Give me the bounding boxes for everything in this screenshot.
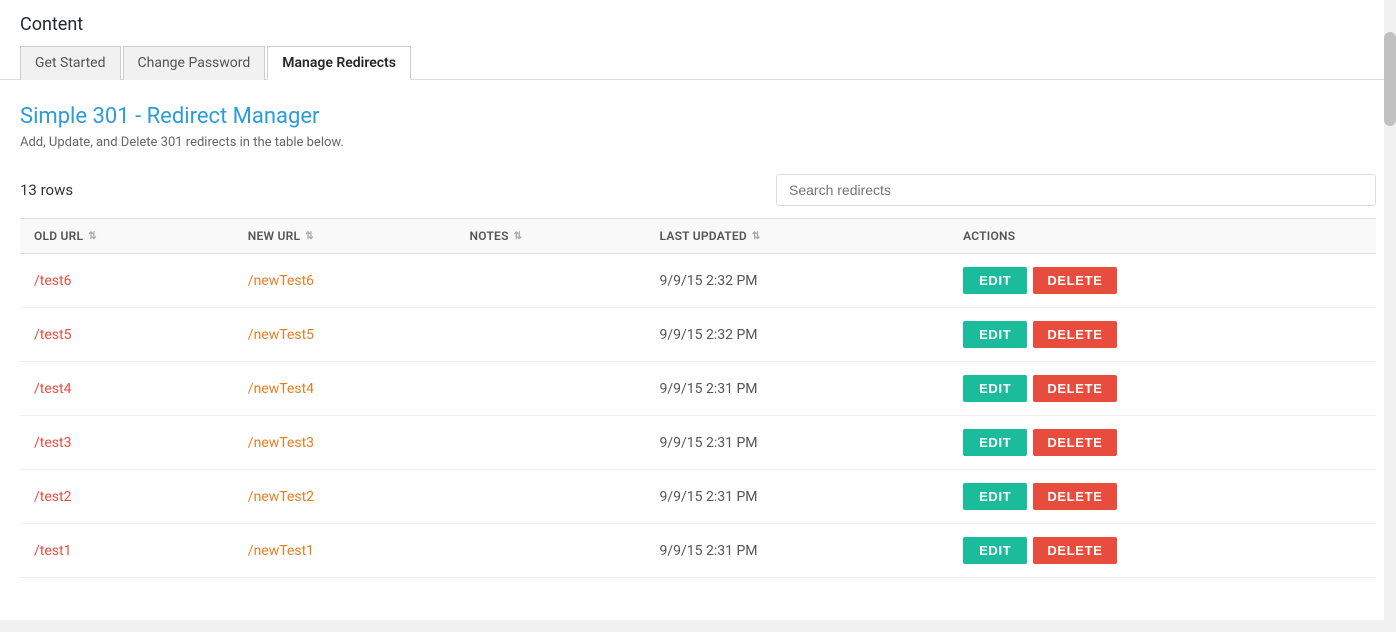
page-title: Simple 301 - Redirect Manager (20, 104, 1376, 129)
actions-buttons: EDITDELETE (963, 483, 1362, 510)
new-url-cell: /newTest1 (234, 524, 456, 578)
old-url-value: /test3 (34, 435, 71, 451)
actions-cell: EDITDELETE (949, 362, 1376, 416)
table-row: /test1/newTest1 9/9/15 2:31 PM EDITDELETE (20, 524, 1376, 578)
new-url-value: /newTest2 (248, 489, 314, 505)
old-url-cell: /test3 (20, 416, 234, 470)
scrollbar-track[interactable] (1384, 0, 1396, 632)
sort-icon-new-url: ⇅ (305, 231, 314, 242)
last-updated-cell: 9/9/15 2:31 PM (646, 470, 950, 524)
old-url-value: /test4 (34, 381, 71, 397)
notes-cell (456, 362, 646, 416)
new-url-value: /newTest6 (248, 273, 314, 289)
col-header-actions: ACTIONS (949, 219, 1376, 254)
tab-change-password[interactable]: Change Password (123, 46, 266, 80)
old-url-cell: /test5 (20, 308, 234, 362)
new-url-value: /newTest3 (248, 435, 314, 451)
edit-button[interactable]: EDIT (963, 267, 1027, 294)
actions-buttons: EDITDELETE (963, 375, 1362, 402)
page-subtitle: Add, Update, and Delete 301 redirects in… (20, 135, 1376, 150)
old-url-cell: /test4 (20, 362, 234, 416)
table-body: /test6/newTest69/9/15 2:32 PMEDITDELETE/… (20, 254, 1376, 578)
tabs-container: Get StartedChange PasswordManage Redirec… (20, 45, 1376, 79)
last-updated-cell: 9/9/15 2:31 PM (646, 524, 950, 578)
delete-button[interactable]: DELETE (1033, 483, 1116, 510)
table-row: /test6/newTest6 9/9/15 2:32 PM EDITDELETE (20, 254, 1376, 308)
edit-button[interactable]: EDIT (963, 429, 1027, 456)
actions-cell: EDITDELETE (949, 308, 1376, 362)
notes-cell (456, 308, 646, 362)
old-url-value: /test5 (34, 327, 71, 343)
scrollbar-thumb[interactable] (1384, 32, 1396, 127)
old-url-cell: /test2 (20, 470, 234, 524)
app-title: Content (20, 14, 1376, 45)
edit-button[interactable]: EDIT (963, 321, 1027, 348)
old-url-value: /test6 (34, 273, 71, 289)
old-url-cell: /test1 (20, 524, 234, 578)
notes-cell (456, 416, 646, 470)
last-updated-cell: 9/9/15 2:31 PM (646, 362, 950, 416)
new-url-value: /newTest5 (248, 327, 314, 343)
actions-buttons: EDITDELETE (963, 321, 1362, 348)
old-url-value: /test1 (34, 543, 71, 559)
new-url-value: /newTest4 (248, 381, 314, 397)
last-updated-cell: 9/9/15 2:31 PM (646, 416, 950, 470)
actions-buttons: EDITDELETE (963, 537, 1362, 564)
actions-cell: EDITDELETE (949, 416, 1376, 470)
edit-button[interactable]: EDIT (963, 537, 1027, 564)
actions-buttons: EDITDELETE (963, 429, 1362, 456)
actions-cell: EDITDELETE (949, 524, 1376, 578)
redirects-table: OLD URL⇅NEW URL⇅NOTES⇅LAST UPDATED⇅ACTIO… (20, 218, 1376, 578)
table-row: /test2/newTest2 9/9/15 2:31 PM EDITDELETE (20, 470, 1376, 524)
last-updated-cell: 9/9/15 2:32 PM (646, 308, 950, 362)
old-url-value: /test2 (34, 489, 71, 505)
notes-cell (456, 254, 646, 308)
col-header-notes[interactable]: NOTES⇅ (456, 219, 646, 254)
actions-cell: EDITDELETE (949, 254, 1376, 308)
delete-button[interactable]: DELETE (1033, 537, 1116, 564)
search-input[interactable] (776, 174, 1376, 206)
sort-icon-last-updated: ⇅ (752, 231, 761, 242)
main-content: Simple 301 - Redirect Manager Add, Updat… (0, 80, 1396, 620)
new-url-value: /newTest1 (248, 543, 314, 559)
col-header-new-url[interactable]: NEW URL⇅ (234, 219, 456, 254)
new-url-cell: /newTest6 (234, 254, 456, 308)
table-header-row: OLD URL⇅NEW URL⇅NOTES⇅LAST UPDATED⇅ACTIO… (20, 219, 1376, 254)
new-url-cell: /newTest5 (234, 308, 456, 362)
edit-button[interactable]: EDIT (963, 483, 1027, 510)
table-row: /test4/newTest4 9/9/15 2:31 PM EDITDELETE (20, 362, 1376, 416)
sort-icon-old-url: ⇅ (88, 231, 97, 242)
tab-get-started[interactable]: Get Started (20, 46, 121, 80)
sort-icon-notes: ⇅ (514, 231, 523, 242)
new-url-cell: /newTest3 (234, 416, 456, 470)
new-url-cell: /newTest2 (234, 470, 456, 524)
delete-button[interactable]: DELETE (1033, 267, 1116, 294)
delete-button[interactable]: DELETE (1033, 375, 1116, 402)
col-header-last-updated[interactable]: LAST UPDATED⇅ (646, 219, 950, 254)
delete-button[interactable]: DELETE (1033, 321, 1116, 348)
table-row: /test5/newTest5 9/9/15 2:32 PM EDITDELETE (20, 308, 1376, 362)
old-url-cell: /test6 (20, 254, 234, 308)
edit-button[interactable]: EDIT (963, 375, 1027, 402)
notes-cell (456, 524, 646, 578)
delete-button[interactable]: DELETE (1033, 429, 1116, 456)
app-header: Content Get StartedChange PasswordManage… (0, 0, 1396, 80)
last-updated-cell: 9/9/15 2:32 PM (646, 254, 950, 308)
toolbar: 13 rows (20, 174, 1376, 206)
actions-cell: EDITDELETE (949, 470, 1376, 524)
table-row: /test3/newTest3 9/9/15 2:31 PM EDITDELETE (20, 416, 1376, 470)
new-url-cell: /newTest4 (234, 362, 456, 416)
table-header: OLD URL⇅NEW URL⇅NOTES⇅LAST UPDATED⇅ACTIO… (20, 219, 1376, 254)
tab-manage-redirects[interactable]: Manage Redirects (267, 46, 411, 80)
rows-count: 13 rows (20, 181, 73, 199)
col-header-old-url[interactable]: OLD URL⇅ (20, 219, 234, 254)
actions-buttons: EDITDELETE (963, 267, 1362, 294)
notes-cell (456, 470, 646, 524)
